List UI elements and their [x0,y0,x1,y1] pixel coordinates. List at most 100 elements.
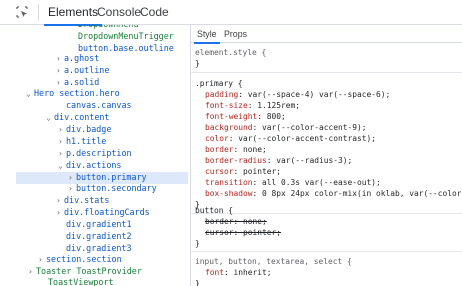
css-declaration[interactable]: cursor: pointer; [205,227,281,238]
rule-selector: input, button, textarea, select { [195,257,352,266]
css-value: all 0.3s var(--ease-out); [262,178,381,187]
tree-node[interactable]: ⌄ div.content [0,112,190,124]
tab-code[interactable]: Code [136,0,173,25]
css-declaration[interactable]: font-weight: 800; [205,111,286,122]
tree-node[interactable]: canvas.canvas [0,100,190,112]
tree-node[interactable]: › div.badge [0,124,190,136]
tree-node-label: canvas.canvas [66,100,132,110]
chevron-right-icon[interactable]: › [56,195,64,207]
tree-node[interactable]: ⌄ div.actions [0,160,190,172]
css-value: 0 8px 24px color-mix(in oklab, var(--col… [262,189,462,198]
tree-node[interactable]: › section.section [0,254,190,266]
tree-node-label: div.gradient1 [66,219,132,229]
chevron-right-icon[interactable]: › [68,183,76,195]
chevron-right-icon[interactable]: › [58,124,66,136]
css-property: background [205,123,253,132]
chevron-right-icon[interactable]: › [68,172,76,184]
css-value: pointer; [243,167,282,176]
css-colon: : [233,167,244,176]
tab-style[interactable]: Style [194,25,220,44]
css-value: 1.125rem; [257,101,301,110]
inspect-element-button[interactable] [12,3,32,21]
tree-node[interactable]: › Toaster ToastProvider [0,266,190,278]
tree-node[interactable]: › h1.title [0,136,190,148]
tree-node[interactable]: div.gradient3 [0,243,190,255]
css-property: border-radius [205,156,267,165]
chevron-right-icon[interactable]: › [38,254,46,266]
chevron-right-icon[interactable]: › [56,207,64,219]
tree-node[interactable]: › button.secondary [0,183,190,195]
chevron-down-icon[interactable]: ⌄ [46,112,54,124]
tree-node[interactable]: div.gradient2 [0,231,190,243]
chevron-right-icon[interactable]: › [58,148,66,160]
chevron-down-icon[interactable]: ⌄ [26,88,34,100]
css-declaration[interactable]: border-radius: var(--radius-3); [205,155,352,166]
css-declaration[interactable]: font: inherit; [205,267,272,278]
css-value: var(--color-accent-contrast); [238,134,377,143]
css-property: border [205,145,234,154]
css-declaration[interactable]: padding: var(--space-4) var(--space-6); [205,89,390,100]
css-colon: : [247,101,258,110]
css-value: pointer; [243,228,282,237]
css-colon: : [266,156,277,165]
tree-node-label: div.actions [66,160,122,170]
css-declaration[interactable]: cursor: pointer; [205,166,281,177]
css-colon: : [257,112,267,121]
rule-separator [191,251,462,252]
tree-node-label: DropdownMenu [78,25,139,29]
tree-node-label: Hero section.hero [34,88,120,98]
tree-node-label: button.primary [76,172,147,182]
tree-node-label: div.gradient3 [66,243,132,253]
tree-node-label: p.description [66,148,132,158]
chevron-down-icon[interactable]: ⌄ [58,160,66,172]
css-declaration[interactable]: border: none; [205,216,267,227]
rule-selector: button { [195,206,234,215]
css-declaration[interactable]: font-size: 1.125rem; [205,100,300,111]
tree-node[interactable]: › p.description [0,148,190,160]
tree-node[interactable]: DropdownMenuTrigger [0,31,190,43]
css-colon: : [233,145,244,154]
tree-node[interactable]: › div.floatingCards [0,207,190,219]
css-declaration[interactable]: color: var(--color-accent-contrast); [205,133,376,144]
tree-node[interactable]: › a.outline [0,65,190,77]
css-value: inherit; [233,268,272,277]
tree-node-label: Toaster ToastProvider [36,266,142,276]
css-declaration[interactable]: border: none; [205,144,267,155]
chevron-right-icon[interactable]: › [58,136,66,148]
tree-node-label: button.base.outline [78,43,174,53]
tree-node[interactable]: div.gradient1 [0,219,190,231]
css-declaration[interactable]: transition: all 0.3s var(--ease-out); [205,177,381,188]
tree-node[interactable]: ⌄ Hero section.hero [0,88,190,100]
tree-node-label: a.solid [64,77,100,87]
tree-node[interactable]: ToastViewport [0,277,190,286]
tree-node[interactable]: DropdownMenu [0,25,190,31]
css-property: padding [205,90,239,99]
css-colon: : [233,217,244,226]
chevron-right-icon[interactable]: › [56,77,64,89]
styles-subtabs: Style Props [191,25,462,44]
element-style-selector: element.style { [195,48,267,57]
tree-node-label: a.outline [64,65,110,75]
tree-node-label: div.content [54,112,110,122]
css-value: var(--color-accent-9); [262,123,367,132]
css-declaration[interactable]: background: var(--color-accent-9); [205,122,367,133]
tab-props[interactable]: Props [224,25,247,43]
css-colon: : [252,123,263,132]
tree-node[interactable]: › a.solid [0,77,190,89]
chevron-right-icon[interactable]: › [56,53,64,65]
css-value: none; [243,145,267,154]
css-property: border [205,217,234,226]
tree-node-label: section.section [46,254,122,264]
elements-tree: DropdownMenu DropdownMenuTrigger button.ba… [0,25,190,286]
tree-node[interactable]: › div.stats [0,195,190,207]
tree-node[interactable]: › button.primary [16,172,188,184]
css-value: none; [243,217,267,226]
tree-node[interactable]: › a.ghost [0,53,190,65]
css-declaration[interactable]: box-shadow: 0 8px 24px color-mix(in okla… [205,188,462,199]
css-property: font [205,268,225,277]
css-property: font-weight [205,112,258,121]
chevron-right-icon[interactable]: › [28,266,36,278]
devtools-toolbar: Elements Console Code [0,0,462,26]
css-colon: : [228,134,239,143]
chevron-right-icon[interactable]: › [56,65,64,77]
